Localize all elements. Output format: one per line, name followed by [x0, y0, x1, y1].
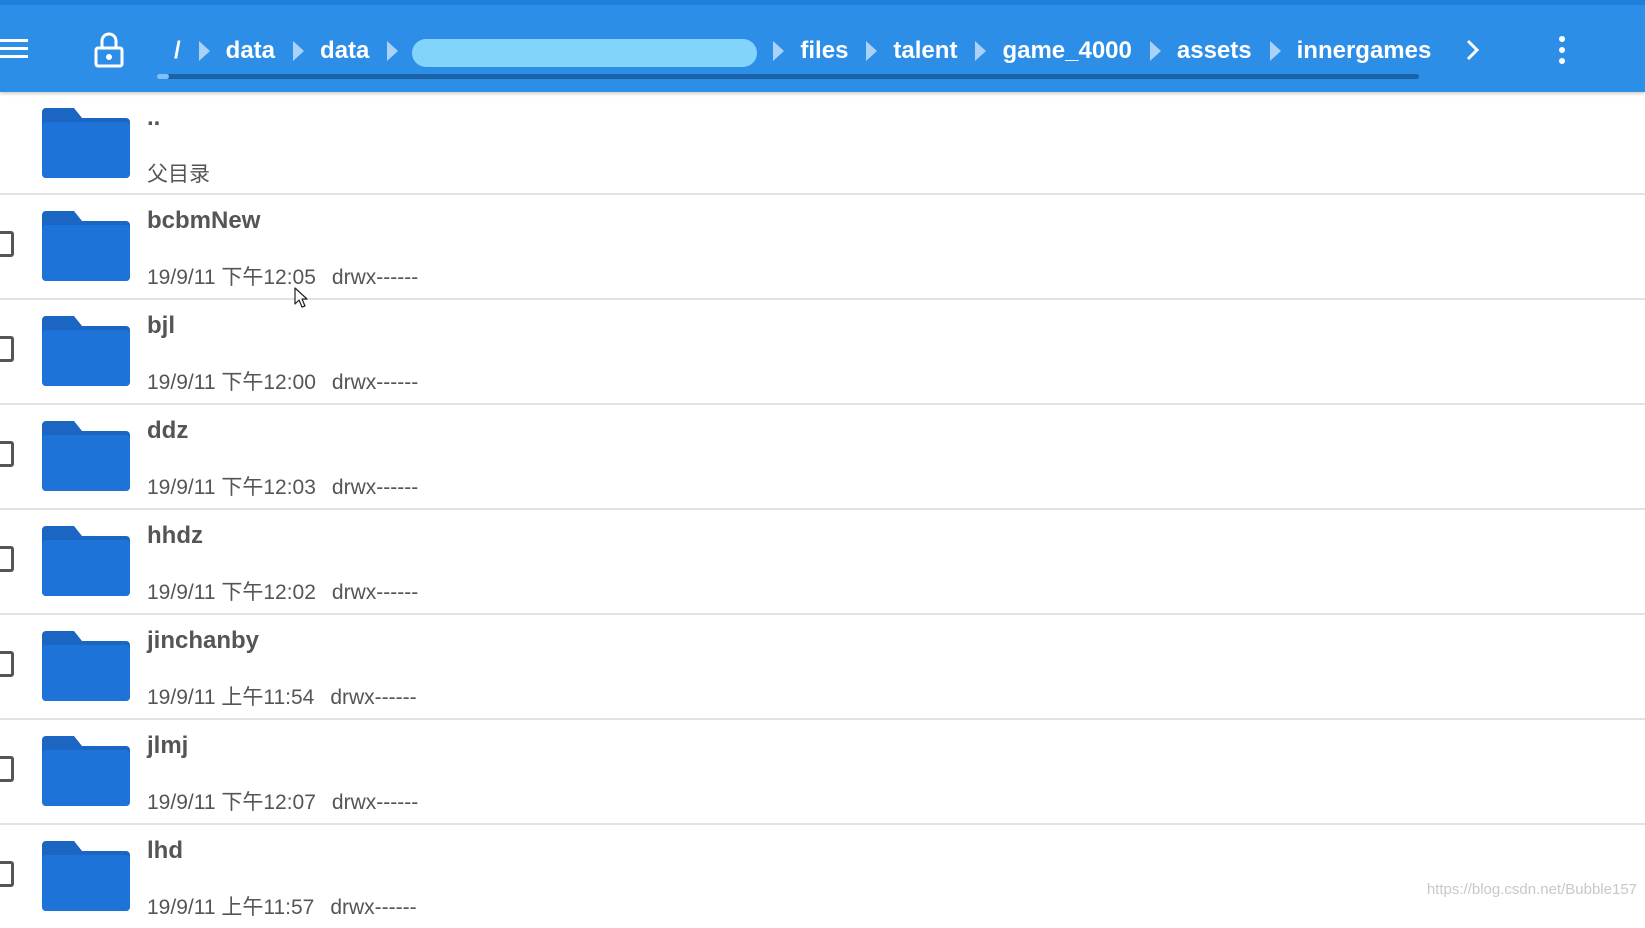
select-checkbox[interactable]	[0, 441, 14, 467]
toolbar-top-edge	[0, 0, 1645, 5]
file-name: ddz	[147, 417, 189, 444]
breadcrumb-separator-icon	[975, 41, 987, 61]
select-checkbox[interactable]	[0, 336, 14, 362]
list-item[interactable]: lhd 19/9/11 上午11:57 drwx------	[0, 825, 1645, 928]
file-permissions: drwx------	[331, 266, 419, 289]
parent-directory-label: 父目录	[147, 163, 210, 186]
breadcrumb-assets[interactable]: assets	[1175, 37, 1254, 65]
file-name: bjl	[147, 312, 175, 339]
file-meta: 19/9/11 下午12:00 drwx------	[147, 366, 418, 396]
file-name: bcbmNew	[147, 207, 261, 234]
list-item[interactable]: hhdz 19/9/11 下午12:02 drwx------	[0, 510, 1645, 615]
file-name: ..	[147, 104, 161, 131]
file-list: .. 父目录 bcbmNew 19/9/11 下午12:05 drwx------…	[0, 92, 1645, 928]
list-item[interactable]: jinchanby 19/9/11 上午11:54 drwx------	[0, 615, 1645, 720]
file-meta: 19/9/11 下午12:03 drwx------	[147, 471, 418, 501]
folder-icon	[40, 312, 132, 388]
breadcrumb-talent[interactable]: talent	[891, 37, 959, 65]
breadcrumb-innergames[interactable]: innergames	[1295, 37, 1434, 65]
mouse-pointer-icon	[294, 287, 308, 308]
breadcrumb-separator-icon	[293, 41, 305, 61]
breadcrumb-separator-icon	[198, 41, 210, 61]
folder-icon	[40, 417, 132, 493]
breadcrumb-game-4000[interactable]: game_4000	[1000, 37, 1133, 65]
file-permissions: drwx------	[331, 371, 419, 394]
file-name: jinchanby	[147, 627, 260, 654]
breadcrumb-files[interactable]: files	[798, 37, 850, 65]
file-date: 19/9/11 上午11:57	[147, 896, 315, 919]
breadcrumb-data-1[interactable]: data	[224, 37, 277, 65]
watermark: https://blog.csdn.net/Bubble157	[1426, 881, 1637, 898]
list-item-parent-directory[interactable]: .. 父目录	[0, 92, 1645, 195]
folder-icon	[40, 837, 132, 913]
folder-icon	[40, 104, 132, 180]
file-name: jlmj	[147, 732, 189, 759]
file-permissions: drwx------	[330, 686, 417, 709]
file-permissions: drwx------	[331, 581, 419, 604]
file-permissions: drwx------	[331, 791, 419, 814]
list-item[interactable]: bjl 19/9/11 下午12:00 drwx------	[0, 300, 1645, 405]
breadcrumb-separator-icon	[773, 41, 785, 61]
breadcrumb-data-2[interactable]: data	[318, 37, 371, 65]
breadcrumb-scrollbar[interactable]	[157, 74, 1419, 79]
hamburger-menu-icon[interactable]	[0, 30, 32, 70]
folder-icon	[40, 207, 132, 283]
breadcrumb-separator-icon	[387, 41, 399, 61]
toolbar: / data data files talent game_4000 asset…	[0, 0, 1645, 92]
file-date: 19/9/11 下午12:02	[147, 581, 316, 604]
more-vert-icon[interactable]	[1550, 32, 1574, 68]
breadcrumb-root[interactable]: /	[172, 37, 183, 65]
file-meta: 19/9/11 下午12:05 drwx------	[147, 261, 418, 291]
file-meta: 19/9/11 下午12:02 drwx------	[147, 576, 418, 606]
breadcrumb-separator-icon	[1269, 41, 1281, 61]
folder-icon	[40, 522, 132, 598]
file-name: lhd	[147, 837, 183, 864]
folder-icon	[40, 627, 132, 703]
breadcrumb: / data data files talent game_4000 asset…	[172, 30, 1433, 72]
breadcrumb-separator-icon	[1149, 41, 1161, 61]
select-checkbox[interactable]	[0, 231, 14, 257]
file-permissions: drwx------	[331, 476, 419, 499]
breadcrumb-separator-icon	[866, 41, 878, 61]
breadcrumb-scrollbar-thumb[interactable]	[157, 74, 169, 79]
select-checkbox[interactable]	[0, 756, 14, 782]
folder-icon	[40, 732, 132, 808]
list-item[interactable]: jlmj 19/9/11 下午12:07 drwx------	[0, 720, 1645, 825]
select-checkbox[interactable]	[0, 861, 14, 887]
file-meta: 19/9/11 上午11:57 drwx------	[147, 891, 417, 921]
file-name: hhdz	[147, 522, 203, 549]
list-item[interactable]: ddz 19/9/11 下午12:03 drwx------	[0, 405, 1645, 510]
breadcrumb-redacted-segment[interactable]	[412, 39, 758, 67]
file-permissions: drwx------	[330, 896, 417, 919]
file-date: 19/9/11 下午12:07	[147, 791, 316, 814]
file-meta: 19/9/11 下午12:07 drwx------	[147, 786, 418, 816]
file-date: 19/9/11 上午11:54	[147, 686, 315, 709]
select-checkbox[interactable]	[0, 546, 14, 572]
select-checkbox[interactable]	[0, 651, 14, 677]
file-meta: 父目录	[147, 158, 210, 188]
file-meta: 19/9/11 上午11:54 drwx------	[147, 681, 417, 711]
file-date: 19/9/11 下午12:05	[147, 266, 316, 289]
lock-open-icon[interactable]	[92, 30, 126, 70]
file-date: 19/9/11 下午12:03	[147, 476, 316, 499]
list-item[interactable]: bcbmNew 19/9/11 下午12:05 drwx------	[0, 195, 1645, 300]
file-date: 19/9/11 下午12:00	[147, 371, 316, 394]
chevron-right-icon[interactable]	[1460, 34, 1486, 66]
